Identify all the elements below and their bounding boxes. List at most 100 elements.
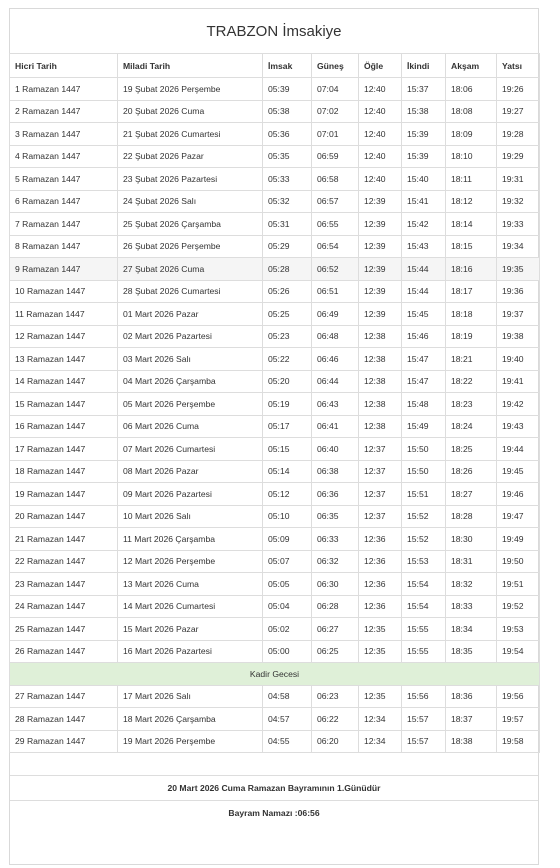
- table-row: 10 Ramazan 1447 28 Şubat 2026 Cumartesi 05…: [9, 279, 540, 303]
- table-row: 28 Ramazan 1447 18 Mart 2026 Çarşamba 04:5…: [9, 707, 540, 731]
- cell-imsak: 04:58: [262, 684, 312, 708]
- kadir-gecesi-row: Kadir Gecesi: [9, 662, 540, 686]
- cell-yatsi: 19:54: [496, 639, 540, 663]
- cell-imsak: 05:25: [262, 302, 312, 326]
- cell-ikindi: 15:38: [401, 99, 446, 123]
- cell-ikindi: 15:37: [401, 77, 446, 101]
- cell-ogle: 12:35: [358, 684, 402, 708]
- cell-gunes: 06:38: [311, 459, 359, 483]
- cell-aksam: 18:34: [445, 617, 497, 641]
- cell-hicri-tarih: 4 Ramazan 1447: [9, 144, 118, 168]
- cell-miladi-tarih: 05 Mart 2026 Perşembe: [117, 392, 263, 416]
- table-row: 6 Ramazan 1447 24 Şubat 2026 Salı 05:32 06:…: [9, 189, 540, 213]
- cell-hicri-tarih: 5 Ramazan 1447: [9, 167, 118, 191]
- cell-gunes: 06:36: [311, 482, 359, 506]
- header-aksam: Akşam: [445, 53, 497, 78]
- cell-hicri-tarih: 22 Ramazan 1447: [9, 549, 118, 573]
- cell-hicri-tarih: 24 Ramazan 1447: [9, 594, 118, 618]
- cell-aksam: 18:32: [445, 572, 497, 596]
- cell-miladi-tarih: 28 Şubat 2026 Cumartesi: [117, 279, 263, 303]
- cell-ogle: 12:38: [358, 369, 402, 393]
- cell-ogle: 12:37: [358, 504, 402, 528]
- cell-yatsi: 19:56: [496, 684, 540, 708]
- cell-ikindi: 15:50: [401, 437, 446, 461]
- cell-aksam: 18:14: [445, 212, 497, 236]
- cell-ogle: 12:34: [358, 707, 402, 731]
- cell-imsak: 05:07: [262, 549, 312, 573]
- cell-miladi-tarih: 16 Mart 2026 Pazartesi: [117, 639, 263, 663]
- cell-gunes: 06:49: [311, 302, 359, 326]
- cell-yatsi: 19:31: [496, 167, 540, 191]
- cell-yatsi: 19:44: [496, 437, 540, 461]
- cell-ikindi: 15:40: [401, 167, 446, 191]
- table-row: 20 Ramazan 1447 10 Mart 2026 Salı 05:10 06:…: [9, 504, 540, 528]
- cell-miladi-tarih: 22 Şubat 2026 Pazar: [117, 144, 263, 168]
- cell-ikindi: 15:55: [401, 617, 446, 641]
- cell-imsak: 05:35: [262, 144, 312, 168]
- cell-ikindi: 15:49: [401, 414, 446, 438]
- cell-ogle: 12:39: [358, 234, 402, 258]
- cell-hicri-tarih: 20 Ramazan 1447: [9, 504, 118, 528]
- cell-ogle: 12:39: [358, 189, 402, 213]
- cell-miladi-tarih: 03 Mart 2026 Salı: [117, 347, 263, 371]
- cell-imsak: 05:09: [262, 527, 312, 551]
- cell-ogle: 12:36: [358, 594, 402, 618]
- header-gunes: Güneş: [311, 53, 359, 78]
- cell-ikindi: 15:56: [401, 684, 446, 708]
- header-ogle: Öğle: [358, 53, 402, 78]
- table-row: 23 Ramazan 1447 13 Mart 2026 Cuma 05:05 06:…: [9, 572, 540, 596]
- table-row: 14 Ramazan 1447 04 Mart 2026 Çarşamba 05:2…: [9, 369, 540, 393]
- cell-miladi-tarih: 19 Şubat 2026 Perşembe: [117, 77, 263, 101]
- cell-imsak: 05:39: [262, 77, 312, 101]
- table-spacer: [10, 753, 538, 776]
- cell-imsak: 05:05: [262, 572, 312, 596]
- cell-ogle: 12:38: [358, 392, 402, 416]
- cell-gunes: 06:54: [311, 234, 359, 258]
- cell-hicri-tarih: 23 Ramazan 1447: [9, 572, 118, 596]
- cell-yatsi: 19:38: [496, 324, 540, 348]
- cell-miladi-tarih: 23 Şubat 2026 Pazartesi: [117, 167, 263, 191]
- table-row: 4 Ramazan 1447 22 Şubat 2026 Pazar 05:35 06…: [9, 144, 540, 168]
- cell-ogle: 12:36: [358, 572, 402, 596]
- cell-gunes: 07:02: [311, 99, 359, 123]
- cell-gunes: 06:55: [311, 212, 359, 236]
- table-row: 12 Ramazan 1447 02 Mart 2026 Pazartesi 05:…: [9, 324, 540, 348]
- cell-aksam: 18:33: [445, 594, 497, 618]
- table-row: 17 Ramazan 1447 07 Mart 2026 Cumartesi 05:…: [9, 437, 540, 461]
- cell-aksam: 18:27: [445, 482, 497, 506]
- cell-yatsi: 19:34: [496, 234, 540, 258]
- table-row: 25 Ramazan 1447 15 Mart 2026 Pazar 05:02 06…: [9, 617, 540, 641]
- cell-miladi-tarih: 06 Mart 2026 Cuma: [117, 414, 263, 438]
- cell-ogle: 12:38: [358, 324, 402, 348]
- table-row: 27 Ramazan 1447 17 Mart 2026 Salı 04:58 06:…: [9, 684, 540, 708]
- cell-imsak: 05:19: [262, 392, 312, 416]
- cell-imsak: 05:36: [262, 122, 312, 146]
- cell-yatsi: 19:33: [496, 212, 540, 236]
- cell-miladi-tarih: 11 Mart 2026 Çarşamba: [117, 527, 263, 551]
- cell-yatsi: 19:28: [496, 122, 540, 146]
- table-row: 3 Ramazan 1447 21 Şubat 2026 Cumartesi 05:…: [9, 122, 540, 146]
- cell-miladi-tarih: 07 Mart 2026 Cumartesi: [117, 437, 263, 461]
- cell-ogle: 12:36: [358, 549, 402, 573]
- cell-miladi-tarih: 10 Mart 2026 Salı: [117, 504, 263, 528]
- table-row: 19 Ramazan 1447 09 Mart 2026 Pazartesi 05:…: [9, 482, 540, 506]
- cell-miladi-tarih: 09 Mart 2026 Pazartesi: [117, 482, 263, 506]
- cell-imsak: 05:17: [262, 414, 312, 438]
- cell-hicri-tarih: 19 Ramazan 1447: [9, 482, 118, 506]
- cell-aksam: 18:35: [445, 639, 497, 663]
- cell-aksam: 18:31: [445, 549, 497, 573]
- cell-gunes: 06:32: [311, 549, 359, 573]
- cell-ikindi: 15:52: [401, 527, 446, 551]
- table-row: 24 Ramazan 1447 14 Mart 2026 Cumartesi 05:…: [9, 594, 540, 618]
- cell-ikindi: 15:54: [401, 572, 446, 596]
- table-row: 13 Ramazan 1447 03 Mart 2026 Salı 05:22 06:…: [9, 347, 540, 371]
- cell-aksam: 18:21: [445, 347, 497, 371]
- table-row: 11 Ramazan 1447 01 Mart 2026 Pazar 05:25 06…: [9, 302, 540, 326]
- cell-hicri-tarih: 15 Ramazan 1447: [9, 392, 118, 416]
- cell-ogle: 12:34: [358, 729, 402, 753]
- cell-yatsi: 19:45: [496, 459, 540, 483]
- cell-aksam: 18:22: [445, 369, 497, 393]
- cell-ogle: 12:40: [358, 99, 402, 123]
- cell-miladi-tarih: 14 Mart 2026 Cumartesi: [117, 594, 263, 618]
- cell-gunes: 06:51: [311, 279, 359, 303]
